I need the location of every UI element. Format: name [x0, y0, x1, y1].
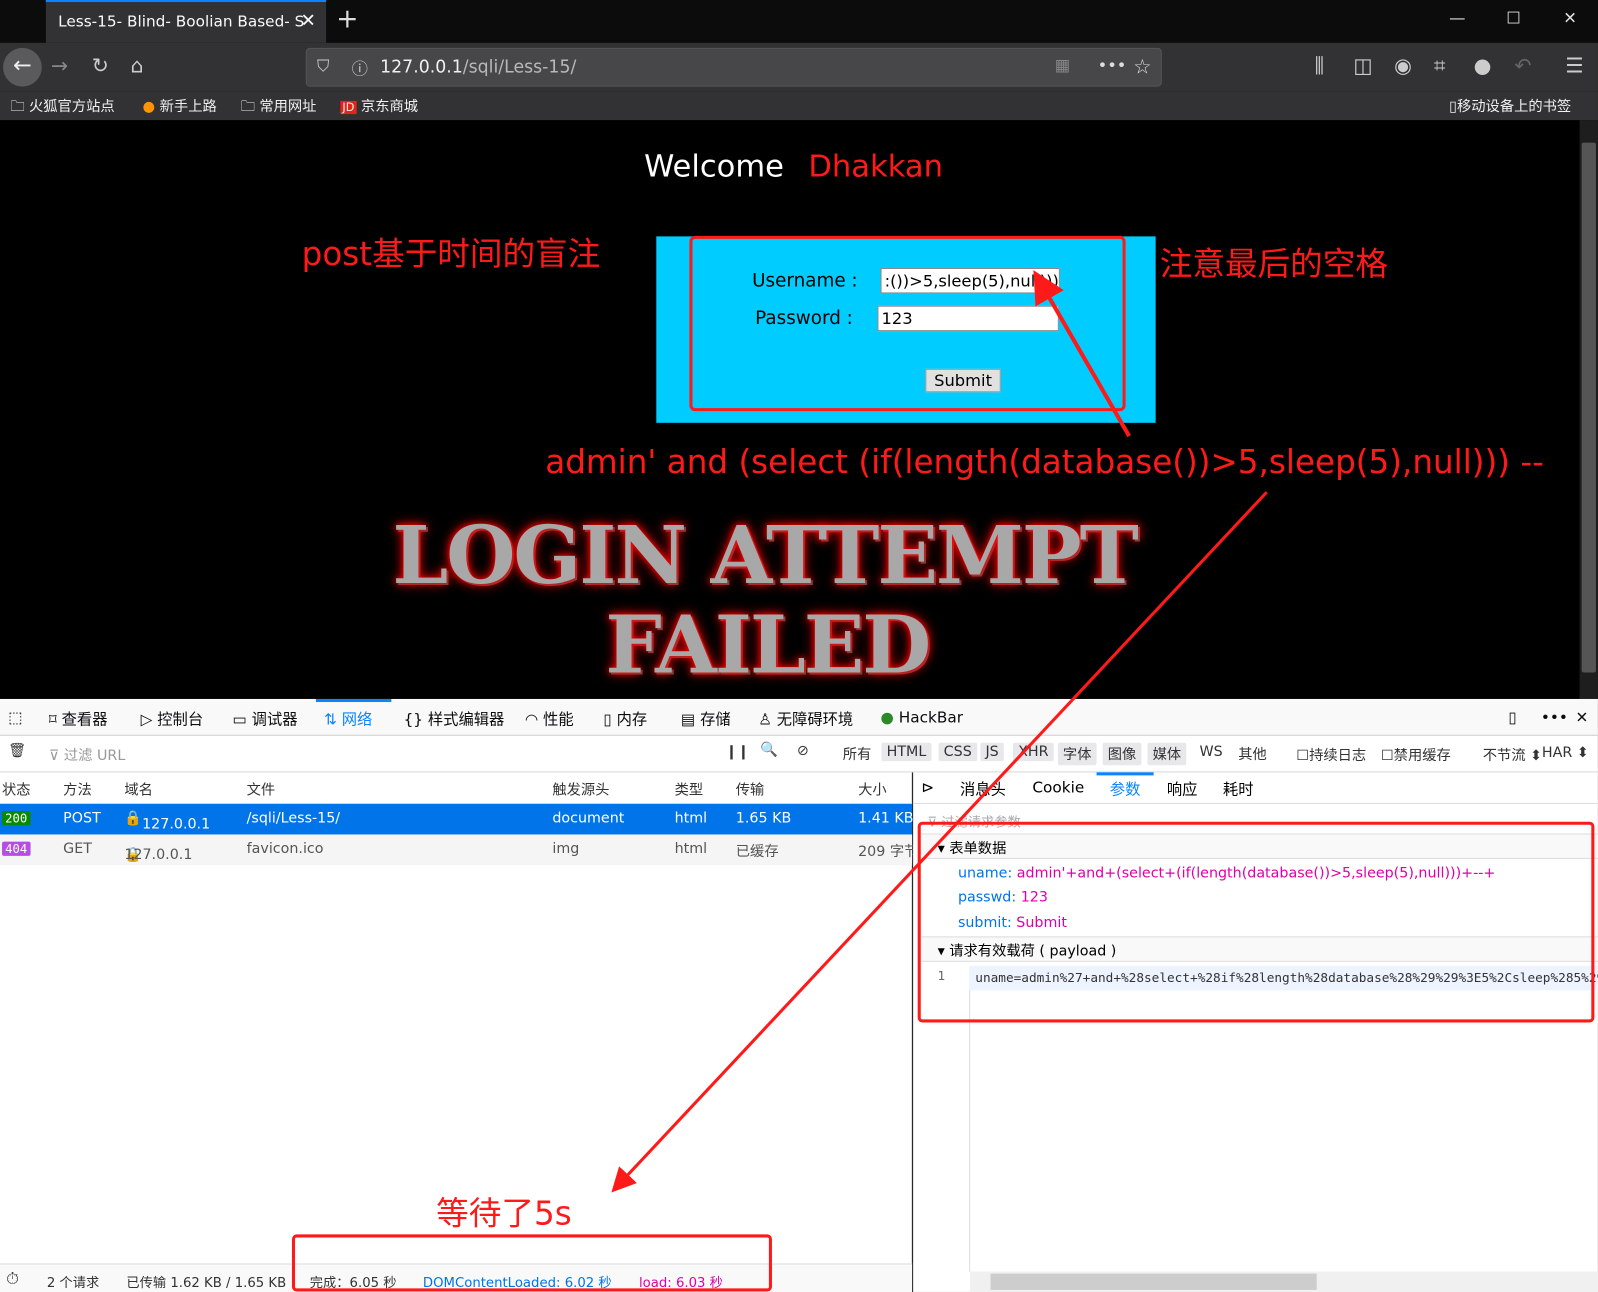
annotation-overlay	[291, 235, 1595, 1292]
highlight-box	[291, 1234, 772, 1292]
arrow-to-timing	[611, 491, 1268, 1193]
arrow-to-input	[1033, 270, 1131, 438]
highlight-box	[689, 235, 1126, 412]
highlight-box	[917, 821, 1595, 1023]
